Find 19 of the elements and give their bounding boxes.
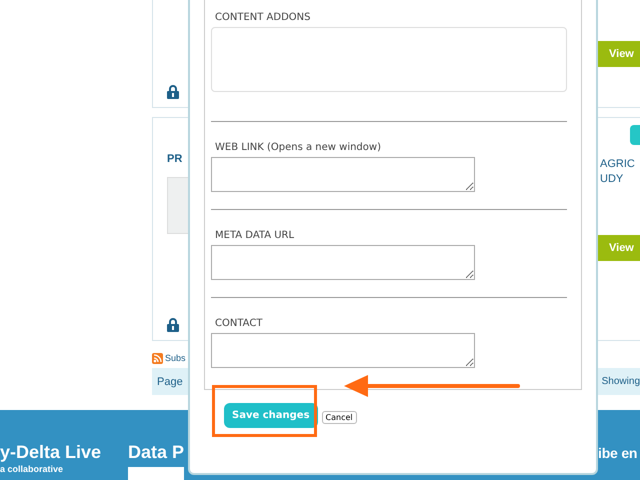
- field-label: CONTENT ADDONS: [215, 12, 312, 23]
- logo-placeholder: [128, 467, 184, 480]
- footer-heading: ibe en: [598, 445, 638, 461]
- cancel-button[interactable]: Cancel: [322, 411, 357, 424]
- field-label: META DATA URL: [215, 230, 296, 241]
- text-field[interactable]: [211, 245, 475, 280]
- text-field[interactable]: [211, 157, 475, 192]
- card-title[interactable]: AGRIC UDY: [598, 157, 640, 187]
- page-label: Page: [157, 376, 183, 388]
- text-field[interactable]: [211, 333, 475, 368]
- field-label: CONTACT: [215, 318, 264, 329]
- rss-icon: [152, 352, 163, 364]
- results-count: Showing: [602, 376, 640, 387]
- subscribe-link[interactable]: Subs: [165, 353, 186, 363]
- footer-text: a collaborative: [0, 464, 64, 474]
- card-title[interactable]: PR: [167, 153, 189, 165]
- footer-heading: y-Delta Live: [0, 442, 102, 463]
- footer-heading: Data P: [128, 442, 184, 463]
- field-label: WEB LINK (Opens a new window): [215, 142, 382, 153]
